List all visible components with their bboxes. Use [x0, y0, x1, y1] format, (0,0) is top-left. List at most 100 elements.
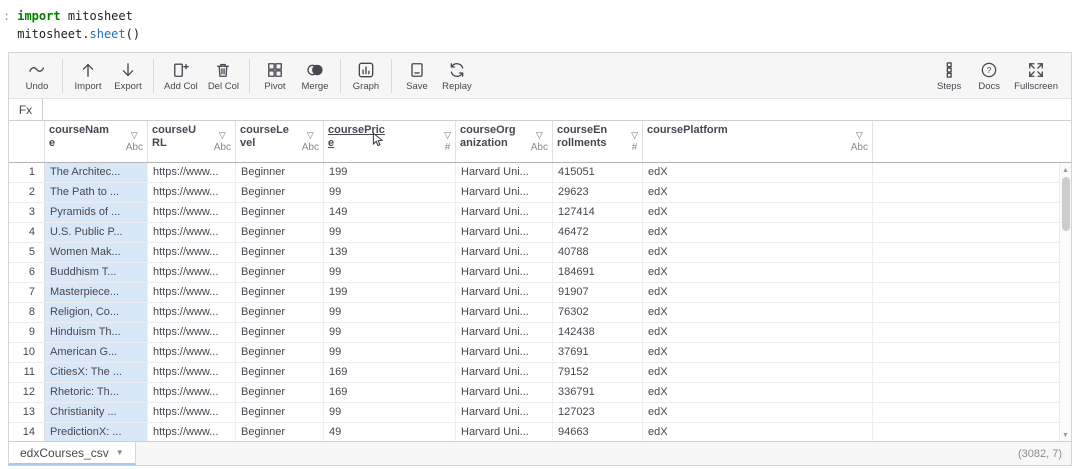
cell-courseOrganization[interactable]: Harvard Uni... [456, 203, 553, 222]
cell-coursePrice[interactable]: 99 [324, 263, 456, 282]
filter-icon[interactable]: ▽ [219, 131, 226, 140]
merge-button[interactable]: Merge [295, 55, 335, 97]
cell-coursePlatform[interactable]: edX [643, 423, 873, 441]
cell-courseName[interactable]: Religion, Co... [45, 303, 148, 322]
row-index[interactable]: 14 [9, 423, 45, 441]
cell-coursePlatform[interactable]: edX [643, 203, 873, 222]
column-header-coursePrice[interactable]: coursePrice▽# [324, 121, 456, 162]
column-header-courseName[interactable]: courseName▽Abc [45, 121, 148, 162]
cell-courseLevel[interactable]: Beginner [236, 403, 324, 422]
cell-coursePlatform[interactable]: edX [643, 263, 873, 282]
cell-coursePlatform[interactable]: edX [643, 303, 873, 322]
replay-button[interactable]: Replay [437, 55, 477, 97]
cell-courseLevel[interactable]: Beginner [236, 243, 324, 262]
cell-courseEnrollments[interactable]: 142438 [553, 323, 643, 342]
export-button[interactable]: Export [108, 55, 148, 97]
column-header-coursePlatform[interactable]: coursePlatform▽Abc [643, 121, 873, 162]
row-index[interactable]: 3 [9, 203, 45, 222]
cell-courseEnrollments[interactable]: 127414 [553, 203, 643, 222]
filter-icon[interactable]: ▽ [856, 131, 863, 140]
cell-courseURL[interactable]: https://www... [148, 163, 236, 182]
cell-courseLevel[interactable]: Beginner [236, 263, 324, 282]
cell-courseLevel[interactable]: Beginner [236, 383, 324, 402]
cell-courseEnrollments[interactable]: 94663 [553, 423, 643, 441]
filter-icon[interactable]: ▽ [536, 131, 543, 140]
cell-courseOrganization[interactable]: Harvard Uni... [456, 223, 553, 242]
cell-courseName[interactable]: Christianity ... [45, 403, 148, 422]
cell-courseName[interactable]: American G... [45, 343, 148, 362]
cell-courseOrganization[interactable]: Harvard Uni... [456, 303, 553, 322]
cell-courseURL[interactable]: https://www... [148, 223, 236, 242]
cell-courseName[interactable]: Masterpiece... [45, 283, 148, 302]
cell-courseName[interactable]: Buddhism T... [45, 263, 148, 282]
vertical-scrollbar[interactable]: ▲ ▼ [1059, 164, 1071, 441]
cell-courseURL[interactable]: https://www... [148, 283, 236, 302]
cell-coursePlatform[interactable]: edX [643, 283, 873, 302]
cell-courseOrganization[interactable]: Harvard Uni... [456, 263, 553, 282]
cell-coursePlatform[interactable]: edX [643, 243, 873, 262]
cell-coursePrice[interactable]: 169 [324, 383, 456, 402]
cell-courseLevel[interactable]: Beginner [236, 163, 324, 182]
row-index[interactable]: 4 [9, 223, 45, 242]
undo-button[interactable]: Undo [17, 55, 57, 97]
save-button[interactable]: Save [397, 55, 437, 97]
sheet-tab[interactable]: edxCourses_csv ▼ [9, 442, 136, 465]
row-index[interactable]: 10 [9, 343, 45, 362]
cell-courseOrganization[interactable]: Harvard Uni... [456, 363, 553, 382]
cell-courseLevel[interactable]: Beginner [236, 203, 324, 222]
filter-icon[interactable]: ▽ [444, 131, 451, 140]
cell-coursePlatform[interactable]: edX [643, 383, 873, 402]
cell-courseLevel[interactable]: Beginner [236, 423, 324, 441]
row-index[interactable]: 9 [9, 323, 45, 342]
scroll-up-icon[interactable]: ▲ [1062, 164, 1069, 176]
scroll-down-icon[interactable]: ▼ [1062, 429, 1069, 441]
cell-courseURL[interactable]: https://www... [148, 323, 236, 342]
cell-courseLevel[interactable]: Beginner [236, 303, 324, 322]
cell-courseOrganization[interactable]: Harvard Uni... [456, 343, 553, 362]
cell-coursePrice[interactable]: 99 [324, 343, 456, 362]
cell-courseURL[interactable]: https://www... [148, 183, 236, 202]
cell-courseEnrollments[interactable]: 184691 [553, 263, 643, 282]
cell-courseOrganization[interactable]: Harvard Uni... [456, 423, 553, 441]
cell-courseName[interactable]: Hinduism Th... [45, 323, 148, 342]
cell-courseURL[interactable]: https://www... [148, 403, 236, 422]
cell-coursePlatform[interactable]: edX [643, 223, 873, 242]
row-index[interactable]: 5 [9, 243, 45, 262]
cell-coursePlatform[interactable]: edX [643, 363, 873, 382]
filter-icon[interactable]: ▽ [131, 131, 138, 140]
filter-icon[interactable]: ▽ [307, 131, 314, 140]
cell-courseURL[interactable]: https://www... [148, 203, 236, 222]
row-index[interactable]: 7 [9, 283, 45, 302]
cell-coursePlatform[interactable]: edX [643, 163, 873, 182]
cell-coursePrice[interactable]: 139 [324, 243, 456, 262]
cell-courseURL[interactable]: https://www... [148, 303, 236, 322]
cell-courseURL[interactable]: https://www... [148, 423, 236, 441]
cell-courseURL[interactable]: https://www... [148, 263, 236, 282]
cell-courseLevel[interactable]: Beginner [236, 323, 324, 342]
cell-coursePlatform[interactable]: edX [643, 323, 873, 342]
cell-courseName[interactable]: Women Mak... [45, 243, 148, 262]
formula-input[interactable] [43, 99, 1071, 120]
chevron-down-icon[interactable]: ▼ [116, 448, 124, 457]
cell-coursePrice[interactable]: 49 [324, 423, 456, 441]
scrollbar-thumb[interactable] [1062, 177, 1070, 231]
add-col-button[interactable]: Add Col [159, 55, 203, 97]
cell-courseOrganization[interactable]: Harvard Uni... [456, 183, 553, 202]
cell-courseLevel[interactable]: Beginner [236, 283, 324, 302]
pivot-button[interactable]: Pivot [255, 55, 295, 97]
cell-courseOrganization[interactable]: Harvard Uni... [456, 283, 553, 302]
cell-courseURL[interactable]: https://www... [148, 343, 236, 362]
cell-coursePlatform[interactable]: edX [643, 183, 873, 202]
cell-courseEnrollments[interactable]: 79152 [553, 363, 643, 382]
cell-coursePrice[interactable]: 99 [324, 183, 456, 202]
cell-courseName[interactable]: Rhetoric: Th... [45, 383, 148, 402]
cell-courseOrganization[interactable]: Harvard Uni... [456, 403, 553, 422]
cell-coursePrice[interactable]: 99 [324, 303, 456, 322]
cell-coursePrice[interactable]: 99 [324, 403, 456, 422]
row-index[interactable]: 11 [9, 363, 45, 382]
cell-courseEnrollments[interactable]: 40788 [553, 243, 643, 262]
cell-courseEnrollments[interactable]: 76302 [553, 303, 643, 322]
column-header-courseLevel[interactable]: courseLevel▽Abc [236, 121, 324, 162]
cell-coursePrice[interactable]: 199 [324, 163, 456, 182]
cell-coursePrice[interactable]: 199 [324, 283, 456, 302]
